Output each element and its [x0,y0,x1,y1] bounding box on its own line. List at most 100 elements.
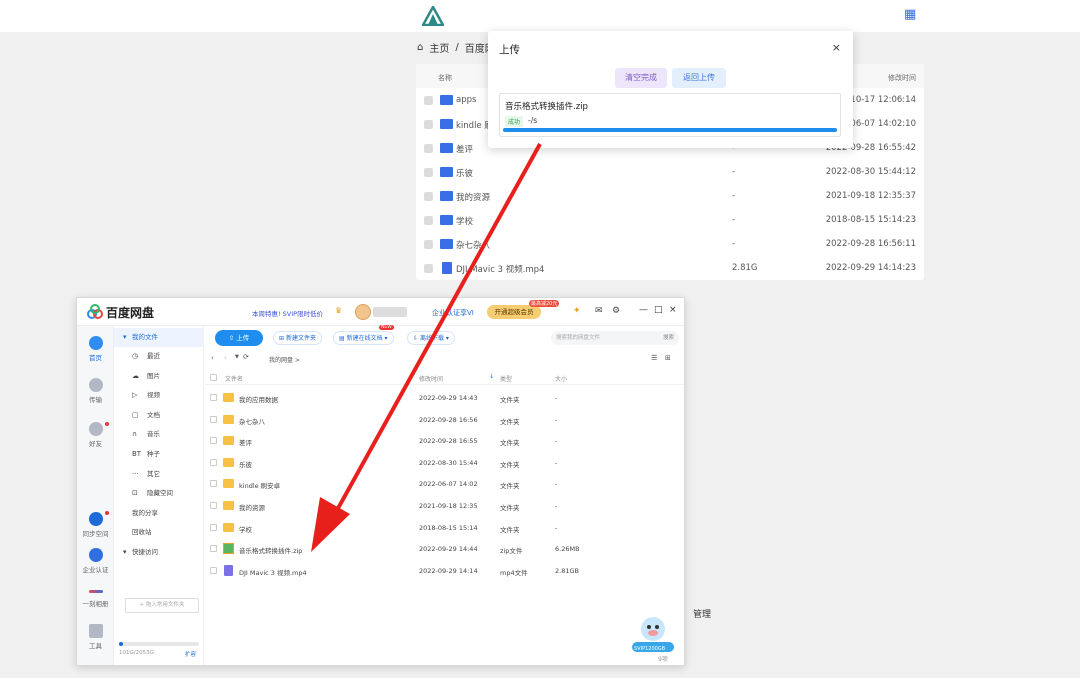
promo-link[interactable]: 本周特惠! SVIP限时低价 [252,308,323,318]
row-checkbox[interactable] [424,216,433,225]
row-checkbox[interactable] [210,458,217,466]
game-icon[interactable]: ✦ [573,306,581,316]
nav-item[interactable]: ∩ 音乐 [114,425,204,444]
vip-button[interactable]: 开通超级会员 [487,305,541,319]
table-row[interactable]: 学校 2018-08-15 15:14 文件夹 - [205,517,684,539]
mail-icon[interactable]: ✉ [595,306,603,316]
row-checkbox[interactable] [424,120,433,129]
close-icon[interactable]: × [832,41,841,54]
gift-icon[interactable]: ♛ [335,306,342,315]
row-checkbox[interactable] [210,523,217,531]
nav-my-share[interactable]: 我的分享 [114,504,204,523]
table-row[interactable]: 我的资源 2021-09-18 12:35 文件夹 - [205,495,684,517]
rail-transfer[interactable]: 传输 [77,378,114,404]
row-checkbox[interactable] [424,144,433,153]
rail-enterprise[interactable]: 企业认证 [77,548,114,574]
row-checkbox[interactable] [424,192,433,201]
table-row[interactable]: 我的资源 - 2021-09-18 12:35:37 [416,184,924,208]
row-checkbox[interactable] [210,394,217,401]
upload-button[interactable]: ⇧ 上传 [215,330,263,346]
table-row[interactable]: 乐彼 - 2022-08-30 15:44:12 [416,160,924,184]
file-name[interactable]: 音乐格式转换插件.zip [239,545,302,555]
rail-home[interactable]: 首页 [77,336,114,362]
table-row[interactable]: DJI Mavic 3 视频.mp4 2022-09-29 14:14 mp4文件 2… [205,560,684,582]
clear-completed-button[interactable]: 清空完成 [615,68,667,88]
file-name[interactable]: DJI Mavic 3 视频.mp4 [239,567,307,577]
file-name[interactable]: 我的资源 [239,502,265,512]
row-name[interactable]: 学校 [456,215,473,227]
nav-item[interactable]: ▷ 视频 [114,386,204,405]
nav-item[interactable]: ··· 其它 [114,465,204,484]
row-checkbox[interactable] [210,502,217,509]
nav-recycle[interactable]: 回收站 [114,523,204,542]
avatar[interactable] [355,304,371,320]
file-name[interactable]: 差评 [239,437,252,447]
sort-desc-icon[interactable]: ↓ [489,373,494,380]
close-icon[interactable]: × [669,305,677,315]
row-name[interactable]: 乐彼 [456,167,473,179]
nav-item[interactable]: BT 种子 [114,445,204,464]
row-name[interactable]: DJI Mavic 3 视频.mp4 [456,263,544,275]
table-row[interactable]: kindle 刷安卓 2022-06-07 14:02 文件夹 - [205,473,684,495]
search-button[interactable]: 搜索 [663,331,674,345]
username-blurred[interactable] [373,307,407,317]
row-name[interactable]: 我的资源 [456,191,490,203]
file-name[interactable]: 杂七杂八 [239,416,265,426]
back-icon[interactable]: ‹ [211,354,214,362]
nav-item[interactable]: ⊡ 隐藏空间 [114,484,204,503]
row-checkbox[interactable] [210,480,217,488]
home-icon[interactable]: ⌂ [417,42,423,53]
file-name[interactable]: 乐彼 [239,459,252,469]
row-checkbox[interactable] [424,240,433,249]
grid-view-icon[interactable]: ⊞ [665,354,671,362]
settings-icon[interactable]: ⚙ [612,306,620,316]
row-checkbox[interactable] [210,415,217,423]
add-common-folder[interactable]: + 拖入常用文件夹 [125,598,199,613]
nav-item[interactable]: ◷ 最近 [114,347,204,366]
rail-album[interactable]: 一刻相册 [77,584,114,608]
rail-tools[interactable]: 工具 [77,624,114,650]
dropdown-icon[interactable]: ▼ [235,354,239,360]
table-row[interactable]: 音乐格式转换插件.zip 2022-09-29 14:44 zip文件 6.26MB [205,538,684,560]
table-row[interactable]: 杂七杂八 - 2022-09-28 16:56:11 [416,232,924,256]
row-checkbox[interactable] [424,96,433,105]
back-to-upload-button[interactable]: 返回上传 [672,68,726,88]
rail-friends[interactable]: 好友 [77,422,114,448]
row-name[interactable]: 差评 [456,143,473,155]
row-checkbox[interactable] [210,566,217,574]
new-folder-button[interactable]: ⊞ 新建文件夹 [273,331,322,345]
table-row[interactable]: 杂七杂八 2022-09-28 16:56 文件夹 - [205,409,684,431]
new-doc-button[interactable]: ▤ 新建在线文档 ▾ [333,331,394,345]
nav-item[interactable]: ▢ 文档 [114,406,204,425]
table-row[interactable]: 学校 - 2018-08-15 15:14:23 [416,208,924,232]
manage-label[interactable]: 管理 [693,607,711,620]
nav-my-files[interactable]: ▾ 我的文件 [114,328,204,347]
forward-icon[interactable]: › [224,354,227,362]
table-row[interactable]: DJI Mavic 3 视频.mp4 2.81G 2022-09-29 14:14:… [416,256,924,280]
path-text[interactable]: 我的网盘 > [269,355,300,364]
table-row[interactable]: 我的应用数据 2022-09-29 14:43 文件夹 - [205,387,684,409]
offline-download-button[interactable]: ⇩ 离线下载 ▾ [407,331,455,345]
row-checkbox[interactable] [424,264,433,273]
row-checkbox[interactable] [210,437,217,445]
row-checkbox[interactable] [210,545,217,553]
select-all-checkbox[interactable] [210,374,217,381]
sort-icon[interactable]: ☰ [651,354,657,362]
enterprise-link[interactable]: 企业认证享VI [432,308,474,318]
rail-sync[interactable]: 同步空间 [77,512,114,538]
file-name[interactable]: kindle 刷安卓 [239,480,280,490]
nav-item[interactable]: ☁ 图片 [114,367,204,386]
breadcrumb-home[interactable]: 主页 [429,40,449,55]
row-name[interactable]: 杂七杂八 [456,239,490,251]
table-row[interactable]: 差评 2022-09-28 16:55 文件夹 - [205,430,684,452]
maximize-icon[interactable]: □ [654,305,663,315]
apps-grid-icon[interactable]: ▦ [904,8,918,22]
row-checkbox[interactable] [424,168,433,177]
table-row[interactable]: 乐彼 2022-08-30 15:44 文件夹 - [205,452,684,474]
search-input[interactable]: 搜索我的网盘文件 搜索 [551,331,679,345]
file-name[interactable]: 我的应用数据 [239,394,278,404]
nav-quick-access[interactable]: ▾ 快捷访问 [114,543,204,562]
refresh-icon[interactable]: ⟳ [243,353,249,361]
expand-link[interactable]: 扩容 [185,650,196,658]
row-name[interactable]: apps [456,95,476,105]
